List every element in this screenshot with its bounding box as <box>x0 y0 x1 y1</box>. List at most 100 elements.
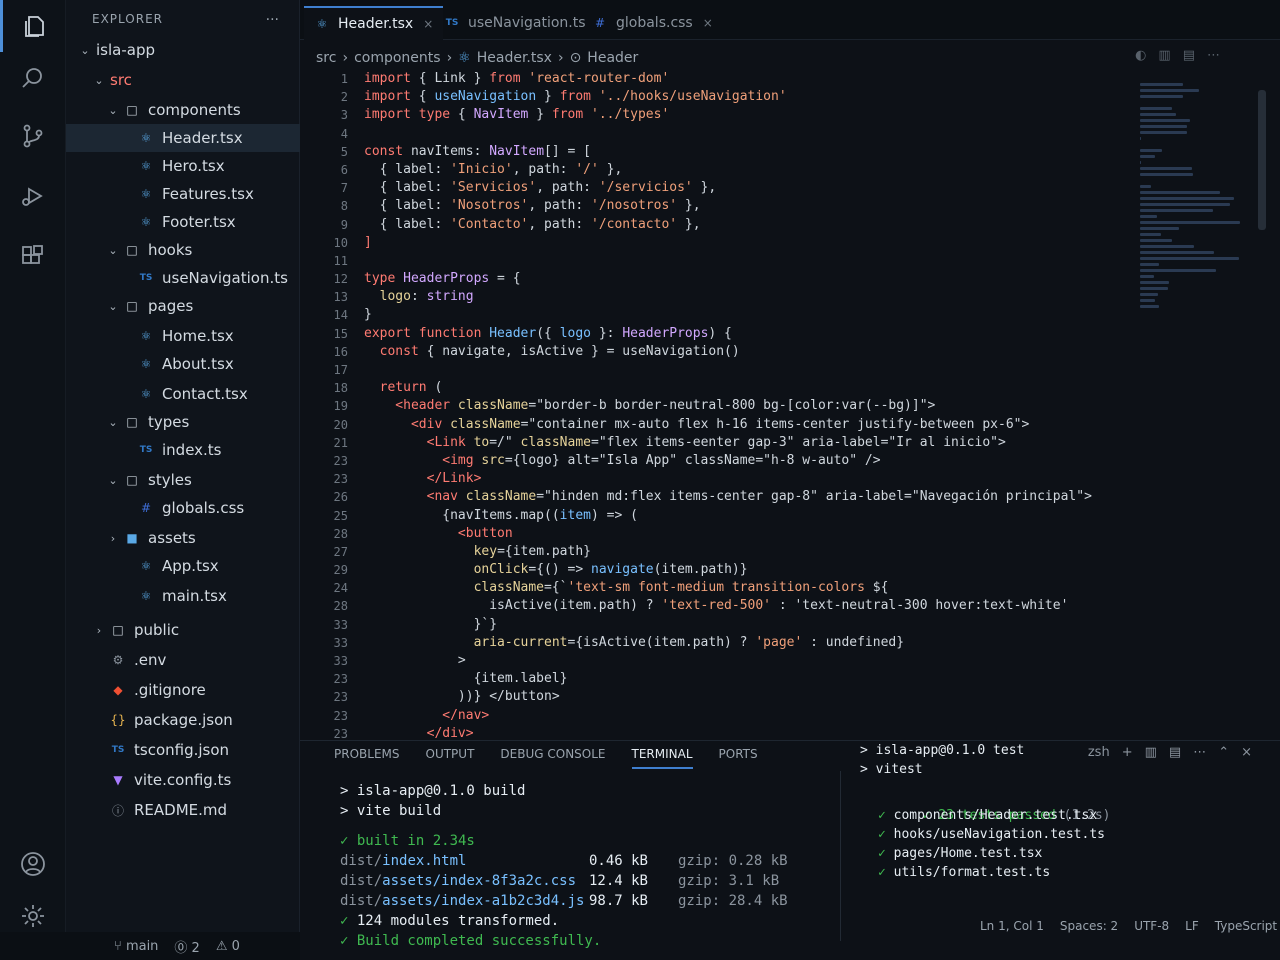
breadcrumb-item[interactable]: Header <box>587 50 638 66</box>
panel-tab-problems[interactable]: PROBLEMS <box>334 747 400 769</box>
code-token: ( <box>426 380 443 396</box>
code-line: key={item.path} <box>364 543 1104 561</box>
problems-count[interactable]: ⓪ 2 <box>174 937 199 956</box>
tab-usenavigation-ts[interactable]: TS useNavigation.ts <box>434 6 596 40</box>
trash-icon[interactable]: ▤ <box>1169 745 1181 760</box>
close-icon[interactable]: × <box>423 17 433 31</box>
breadcrumb-item[interactable]: src <box>316 50 336 66</box>
line-number: 1 <box>340 72 348 86</box>
tree-item[interactable]: ⚛ App.tsx <box>66 552 300 580</box>
encoding[interactable]: UTF-8 <box>1134 919 1169 933</box>
editor-scrollbar[interactable] <box>1258 90 1266 230</box>
tree-item[interactable]: ⌄ □ components <box>66 96 300 124</box>
layout-icon[interactable]: ▤ <box>1183 48 1195 63</box>
tree-item[interactable]: ⚛ Home.tsx <box>66 322 300 350</box>
tree-item[interactable]: ⚛ Header.tsx <box>66 124 300 152</box>
minimap-line <box>1140 209 1213 212</box>
close-icon[interactable]: × <box>703 16 713 30</box>
compare-icon[interactable]: ◐ <box>1135 48 1146 63</box>
tree-item[interactable]: › □ public <box>66 616 300 644</box>
line-ending[interactable]: LF <box>1185 919 1199 933</box>
tree-item[interactable]: ⚛ main.tsx <box>66 582 300 610</box>
tree-item[interactable]: ◆ .gitignore <box>66 676 300 704</box>
run-debug-icon[interactable] <box>0 170 66 222</box>
more-actions-icon[interactable]: ⋯ <box>1207 48 1220 63</box>
chevron-icon: ⌄ <box>108 415 118 429</box>
split-terminal-icon[interactable]: ▥ <box>1145 745 1157 760</box>
breadcrumb-item[interactable]: components <box>354 50 441 66</box>
tree-item[interactable]: ⌄ □ styles <box>66 466 300 494</box>
tree-item[interactable]: ⌄ □ types <box>66 408 300 436</box>
tree-item[interactable]: ⚙ .env <box>66 646 300 674</box>
code-line: { label: 'Inicio', path: '/' }, <box>364 161 1104 179</box>
code-token: { <box>410 89 435 105</box>
code-token: ="container mx-auto flex h-16 items-cent… <box>520 416 1030 432</box>
explorer-more-button[interactable]: ... <box>266 8 279 24</box>
tree-item[interactable]: ⓘ README.md <box>66 796 300 824</box>
minimap-line <box>1140 83 1183 86</box>
indentation[interactable]: Spaces: 2 <box>1060 919 1118 933</box>
tree-item[interactable]: ⌄ □ pages <box>66 292 300 320</box>
extensions-icon[interactable] <box>0 230 66 282</box>
split-editor-icon[interactable]: ▥ <box>1158 48 1170 63</box>
tree-item[interactable]: › ■ assets <box>66 524 300 552</box>
warnings-count[interactable]: ⚠ 0 <box>216 939 240 954</box>
minimap-line <box>1140 251 1214 254</box>
language-mode[interactable]: TypeScript JSX <box>1215 919 1280 933</box>
tab-globals-css[interactable]: # globals.css × <box>582 6 723 40</box>
branch-indicator[interactable]: ⑂ main <box>114 939 158 954</box>
code-token: className <box>364 580 545 596</box>
line-number: 25 <box>333 508 348 523</box>
code-token: (item.path)} <box>653 562 748 578</box>
code-token: <header <box>364 398 451 414</box>
terminal-line: ✓ built in 2.34s <box>340 831 840 851</box>
tree-item[interactable]: TS index.ts <box>66 436 300 464</box>
close-panel-icon[interactable]: × <box>1241 745 1252 760</box>
vite-icon: ▼ <box>113 773 123 787</box>
tree-item[interactable]: TS useNavigation.ts <box>66 264 300 292</box>
tree-item[interactable]: ⚛ Contact.tsx <box>66 380 300 408</box>
maximize-icon[interactable]: ⌃ <box>1218 745 1229 760</box>
panel-tab-output[interactable]: OUTPUT <box>426 747 475 769</box>
tree-item[interactable]: ⌄ isla-app <box>66 36 300 64</box>
panel-tab-debug-console[interactable]: DEBUG CONSOLE <box>500 747 605 769</box>
terminal-build[interactable]: > isla-app@0.1.0 build > vite build ✓ bu… <box>340 781 840 951</box>
search-icon[interactable] <box>0 52 66 104</box>
test-file-row: ✓ hooks/useNavigation.test.ts <box>860 825 1120 844</box>
minimap-line <box>1140 227 1179 230</box>
explorer-icon[interactable] <box>0 0 66 52</box>
tree-item[interactable]: ⚛ Hero.tsx <box>66 152 300 180</box>
tree-item[interactable]: # globals.css <box>66 494 300 522</box>
tree-item[interactable]: ⌄ □ hooks <box>66 236 300 264</box>
typescript-icon: TS <box>139 445 153 455</box>
line-number: 17 <box>333 363 348 377</box>
cursor-position[interactable]: Ln 1, Col 1 <box>980 919 1044 933</box>
more-icon[interactable]: ⋯ <box>1193 745 1206 760</box>
tree-item-label: Hero.tsx <box>162 157 225 175</box>
chevron-icon: › <box>96 623 102 637</box>
chevron-icon: ⌄ <box>80 43 90 57</box>
code-token: ="border-b border-neutral-800 bg-[color:… <box>528 398 936 414</box>
panel-tab-terminal[interactable]: TERMINAL <box>631 747 693 769</box>
terminal-test[interactable]: > isla-app@0.1.0 test > vitest ✓ 23 test… <box>860 741 1120 882</box>
tree-item[interactable]: ⚛ Features.tsx <box>66 180 300 208</box>
code-token: ={logo} alt="Isla App" className="h-8 w-… <box>504 452 881 468</box>
code-line: {item.label} <box>364 670 1104 688</box>
panel-tab-ports[interactable]: PORTS <box>719 747 758 769</box>
tree-item[interactable]: ▼ vite.config.ts <box>66 766 300 794</box>
tree-item[interactable]: TS tsconfig.json <box>66 736 300 764</box>
minimap[interactable] <box>1140 80 1240 340</box>
tree-item[interactable]: ⚛ Footer.tsx <box>66 208 300 236</box>
tab-header-tsx[interactable]: ⚛ Header.tsx × <box>304 6 444 40</box>
react-icon: ⚛ <box>140 387 152 401</box>
tree-item[interactable]: {} package.json <box>66 706 300 734</box>
account-icon[interactable] <box>0 838 66 890</box>
source-control-icon[interactable] <box>0 110 66 162</box>
terminal-divider[interactable] <box>840 771 841 941</box>
tree-item[interactable]: ⚛ About.tsx <box>66 350 300 378</box>
tree-item[interactable]: ⌄ src <box>66 66 300 94</box>
new-terminal-icon[interactable]: + <box>1122 745 1133 760</box>
breadcrumb-item[interactable]: Header.tsx <box>477 50 552 66</box>
code-editor[interactable]: import { Link } from 'react-router-dom' i… <box>364 70 1104 761</box>
